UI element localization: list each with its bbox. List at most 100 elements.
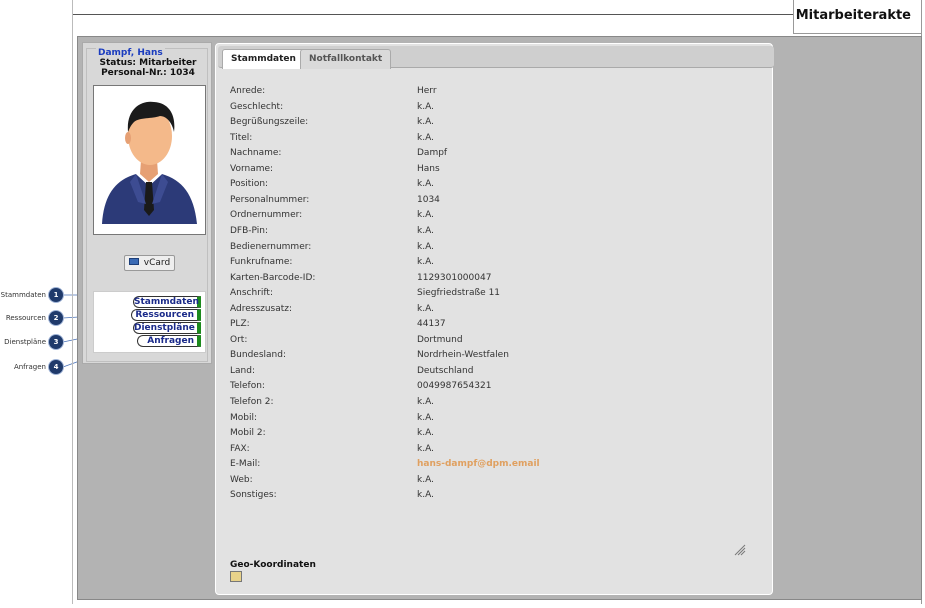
field-label: Anschrift: [230,288,273,299]
field-label: Ordnernummer: [230,210,303,221]
field-value: k.A. [417,101,434,112]
field-row: Sonstiges: k.A. [230,490,750,504]
field-row: Adresszusatz: k.A. [230,304,750,318]
field-value: 1034 [417,194,440,205]
tab-notfallkontakt[interactable]: Notfallkontakt [300,49,392,69]
field-label: Bedienernummer: [230,241,312,252]
field-row: Mobil 2: k.A. [230,428,750,442]
field-value: Dortmund [417,334,463,345]
field-label: FAX: [230,443,250,454]
field-row: PLZ: 44137 [230,319,750,333]
field-label: Funkrufname: [230,257,293,268]
avatar [93,85,206,235]
nav-stammdaten-button[interactable]: Stammdaten [133,296,201,308]
field-row: Personalnummer: 1034 [230,195,750,209]
field-row: Ordnernummer: k.A. [230,210,750,224]
details-panel: Stammdaten Notfallkontakt Anrede: Herr Ges… [215,43,774,595]
employee-personal-number: Personal-Nr.: 1034 [101,68,195,78]
resize-grip-icon[interactable] [734,544,746,556]
field-label: Telefon 2: [230,397,274,407]
tab-stammdaten[interactable]: Stammdaten [222,49,305,69]
tab-bar: Stammdaten Notfallkontakt [218,46,774,69]
field-value: k.A. [417,179,434,190]
geo-coordinates-label: Geo-Koordinaten [230,560,316,570]
field-row: Nachname: Dampf [230,148,750,162]
field-value: k.A. [417,474,434,485]
field-label: DFB-Pin: [230,226,268,236]
field-label: Karten-Barcode-ID: [230,272,316,283]
annotation-badge-1: 1 [49,288,63,302]
annotation-label-4: Anfragen [13,363,46,371]
employee-status: Status: Mitarbeiter [99,58,197,68]
map-icon[interactable] [230,571,242,582]
field-label: Sonstiges: [230,490,277,501]
field-label: Web: [230,474,253,485]
field-label: Titel: [230,132,253,143]
person-avatar-icon [102,101,197,224]
field-label: Position: [230,179,269,190]
field-label: PLZ: [230,319,250,330]
annotation-badge-4: 4 [49,360,63,374]
field-value: k.A. [417,443,434,454]
section-nav: Stammdaten Ressourcen Dienstpläne Anfrag… [93,291,206,353]
field-row: Telefon 2: k.A. [230,397,750,411]
field-value: 0049987654321 [417,381,492,392]
nav-dienstplaene-button[interactable]: Dienstpläne [133,322,201,334]
annotation-badge-2: 2 [49,311,63,325]
field-row: Anrede: Herr [230,86,750,100]
employee-name: Dampf, Hans [96,48,165,58]
annotation-label-3: Dienstpläne [4,338,46,346]
field-value: k.A. [417,397,434,407]
nav-ressourcen-button[interactable]: Ressourcen [131,309,201,321]
field-label: Telefon: [230,381,265,392]
field-row: Anschrift: Siegfriedstraße 11 [230,288,750,302]
field-row: Titel: k.A. [230,133,750,147]
field-value: Dampf [417,148,448,159]
field-value: Nordrhein-Westfalen [417,350,509,361]
annotation-label-1: Stammdaten [0,291,46,299]
field-row: Land: Deutschland [230,366,750,380]
field-row: Begrüßungszeile: k.A. [230,117,750,131]
field-label: Bundesland: [230,350,286,361]
vcard-button[interactable]: vCard [124,255,175,271]
field-row: Karten-Barcode-ID: 1129301000047 [230,273,750,287]
field-row: Vorname: Hans [230,164,750,178]
employee-sidebar: Dampf, Hans Status: Mitarbeiter Personal… [82,42,212,364]
email-link[interactable]: hans-dampf@dpm.email [417,459,540,469]
field-value: 1129301000047 [417,272,492,283]
field-row: Telefon: 0049987654321 [230,381,750,395]
field-value: k.A. [417,117,434,128]
field-row: Funkrufname: k.A. [230,257,750,271]
app-window: Mitarbeiterakte Dampf, Hans Status: Mita… [72,0,922,604]
page-title: Mitarbeiterakte [795,8,911,23]
field-row: Bedienernummer: k.A. [230,242,750,256]
nav-anfragen-button[interactable]: Anfragen [137,335,201,347]
field-label: Geschlecht: [230,101,284,112]
field-label: E-Mail: [230,459,261,470]
header-divider [73,14,793,15]
field-value: k.A. [417,303,434,314]
field-value: k.A. [417,132,434,143]
field-row: E-Mail: hans-dampf@dpm.email [230,459,750,473]
field-value: Deutschland [417,365,474,376]
field-value: k.A. [417,241,434,252]
field-value: Siegfriedstraße 11 [417,288,501,299]
field-row: Position: k.A. [230,179,750,193]
field-label: Personalnummer: [230,194,310,205]
field-value: k.A. [417,210,434,221]
field-row: Ort: Dortmund [230,335,750,349]
field-label: Nachname: [230,148,282,159]
field-row: Geschlecht: k.A. [230,102,750,116]
field-label: Begrüßungszeile: [230,117,309,128]
field-label: Vorname: [230,163,274,174]
field-row: DFB-Pin: k.A. [230,226,750,240]
field-label: Anrede: [230,86,266,96]
field-label: Mobil 2: [230,428,266,439]
field-row: Bundesland: Nordrhein-Westfalen [230,350,750,364]
vcard-icon [128,258,139,265]
field-value: 44137 [417,319,446,330]
screen: Stammdaten 1 Ressourcen 2 Dienstpläne 3 … [0,0,925,608]
field-value: k.A. [417,428,434,439]
field-value: k.A. [417,412,434,423]
field-row: Mobil: k.A. [230,413,750,427]
